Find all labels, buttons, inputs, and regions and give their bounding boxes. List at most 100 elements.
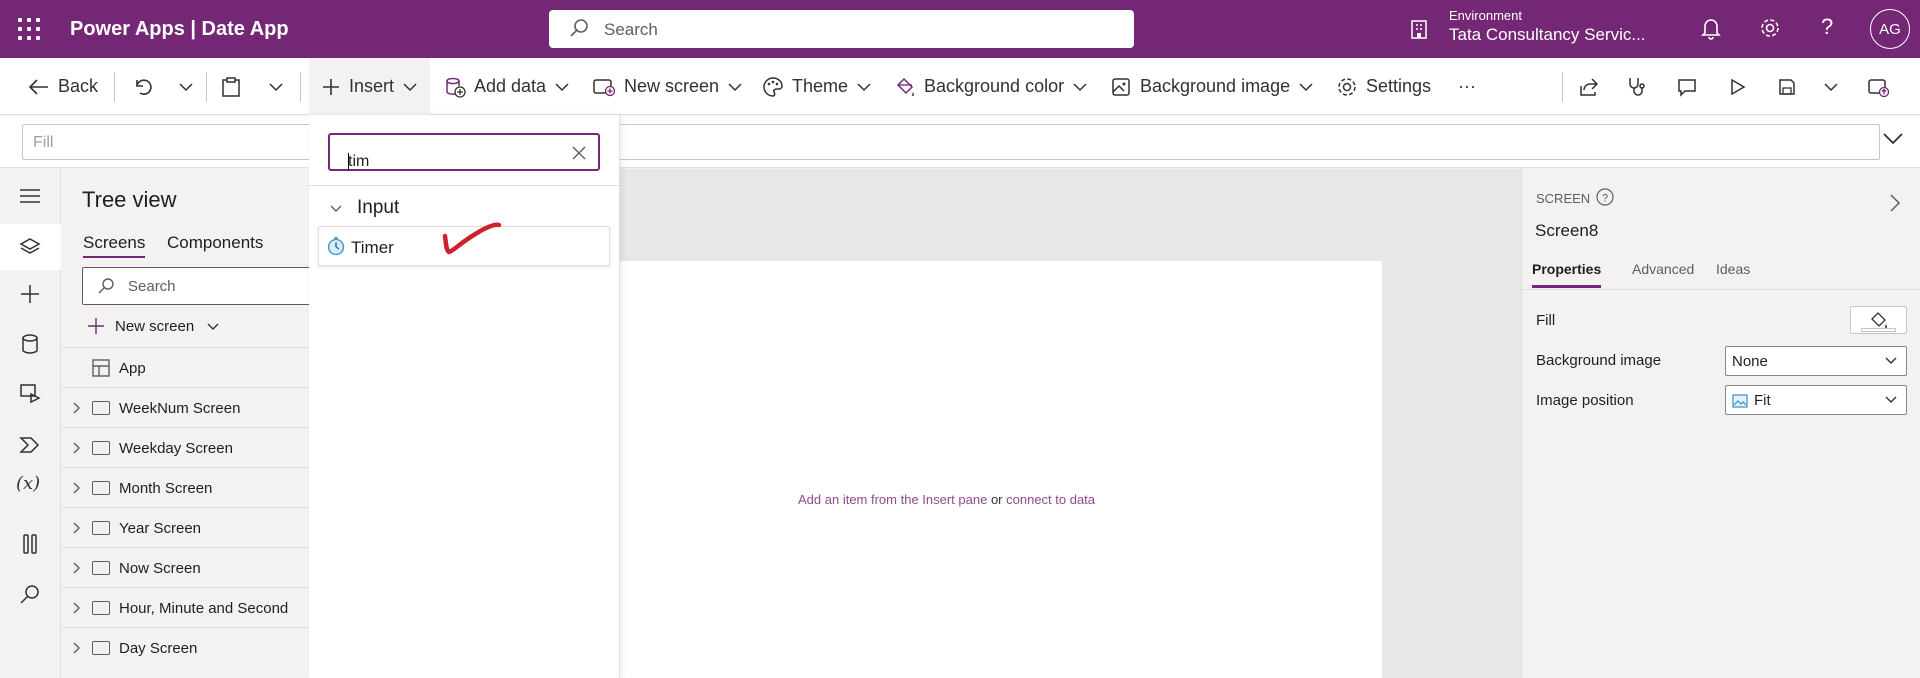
tree-item-screen[interactable]: Hour, Minute and Second — [62, 587, 309, 627]
comment-icon — [1678, 78, 1696, 97]
variables-icon[interactable]: (x) — [16, 473, 40, 494]
chevron-right-icon[interactable] — [1889, 193, 1901, 213]
background-color-button[interactable]: Background color — [894, 58, 1088, 115]
tools-icon[interactable] — [19, 533, 41, 555]
image-position-value: Fit — [1754, 392, 1771, 409]
screen-canvas[interactable]: Add an item from the Insert pane or conn… — [620, 261, 1382, 678]
image-position-dropdown[interactable]: Fit — [1725, 385, 1907, 415]
save-button[interactable] — [1777, 58, 1805, 115]
power-automate-icon[interactable] — [19, 433, 41, 455]
chevron-right-icon — [73, 562, 80, 574]
preview-button[interactable] — [1727, 58, 1755, 115]
tab-properties[interactable]: Properties — [1532, 261, 1602, 288]
stethoscope-icon — [1629, 77, 1645, 96]
save-dropdown[interactable] — [1823, 58, 1847, 115]
tree-search-input[interactable]: Search — [82, 267, 322, 305]
environment-icon[interactable] — [1408, 18, 1430, 40]
tree-item-label: Now Screen — [119, 560, 201, 577]
chevron-right-icon — [73, 642, 80, 654]
share-button[interactable] — [1578, 58, 1608, 115]
input-group-header[interactable]: Input — [329, 197, 399, 219]
tree-item-label: App — [119, 360, 146, 377]
background-image-value: None — [1732, 353, 1768, 370]
global-search-input[interactable]: Search — [549, 10, 1134, 48]
fill-color-picker[interactable] — [1850, 306, 1907, 334]
screen-icon — [92, 601, 110, 615]
avatar[interactable]: AG — [1870, 9, 1910, 49]
screen-icon — [92, 521, 110, 535]
paste-button[interactable] — [220, 58, 250, 115]
plus-icon[interactable] — [19, 283, 41, 305]
image-icon — [1112, 77, 1130, 96]
property-selector[interactable]: Fill — [22, 124, 1880, 160]
environment-name[interactable]: Tata Consultancy Servic... — [1449, 25, 1646, 45]
bell-icon[interactable] — [1700, 16, 1722, 40]
tree-item-label: Weekday Screen — [119, 440, 233, 457]
add-data-label: Add data — [474, 76, 547, 96]
paste-dropdown[interactable] — [268, 58, 292, 115]
background-color-label: Background color — [924, 76, 1065, 96]
new-screen-button[interactable]: New screen — [592, 58, 743, 115]
background-image-button[interactable]: Background image — [1110, 58, 1314, 115]
chevron-right-icon — [73, 482, 80, 494]
chevron-down-icon — [269, 82, 283, 91]
hamburger-icon[interactable] — [19, 187, 41, 205]
background-image-dropdown[interactable]: None — [1725, 346, 1907, 376]
chevron-down-icon — [1824, 82, 1838, 91]
plus-icon — [88, 318, 104, 334]
database-icon[interactable] — [19, 333, 41, 355]
comments-button[interactable] — [1676, 58, 1706, 115]
tab-components[interactable]: Components — [167, 233, 263, 253]
palette-icon — [763, 76, 783, 97]
more-button[interactable]: ··· — [1458, 58, 1476, 115]
tree-new-screen-button[interactable]: New screen — [87, 317, 220, 335]
search-icon[interactable] — [19, 583, 41, 605]
search-icon — [98, 278, 114, 294]
expand-formula-icon[interactable] — [1882, 132, 1904, 146]
settings-button[interactable]: Settings — [1336, 58, 1431, 115]
insert-button[interactable]: Insert — [309, 58, 431, 115]
clear-search-icon[interactable] — [570, 144, 588, 162]
add-data-button[interactable]: Add data — [444, 58, 570, 115]
rail-item-tree-view[interactable] — [0, 224, 61, 270]
gear-icon[interactable] — [1758, 16, 1782, 40]
screen-icon — [92, 401, 110, 415]
tree-item-screen[interactable]: Day Screen — [62, 627, 309, 667]
undo-button[interactable] — [132, 58, 162, 115]
chevron-down-icon — [330, 205, 342, 212]
app-launcher-icon[interactable] — [18, 18, 40, 40]
back-label: Back — [58, 76, 99, 96]
connect-to-data-link[interactable]: connect to data — [1006, 492, 1095, 507]
top-bar: Power Apps | Date App Search Environment… — [0, 0, 1920, 58]
app-checker-button[interactable] — [1626, 58, 1656, 115]
theme-label: Theme — [792, 76, 849, 96]
theme-button[interactable]: Theme — [762, 58, 872, 115]
back-button[interactable]: Back — [28, 58, 98, 115]
help-icon[interactable]: ? — [1821, 14, 1833, 40]
tree-item-app[interactable]: App — [62, 347, 309, 387]
checkmark-annotation — [442, 222, 502, 255]
timer-label: Timer — [351, 238, 394, 257]
left-rail: (x) — [0, 169, 61, 678]
undo-icon — [136, 78, 152, 95]
undo-dropdown[interactable] — [178, 58, 202, 115]
properties-panel: SCREEN ? Screen8 Properties Advanced Ide… — [1521, 169, 1920, 678]
chevron-right-icon — [73, 442, 80, 454]
tab-advanced[interactable]: Advanced — [1632, 261, 1694, 277]
tree-item-screen[interactable]: Now Screen — [62, 547, 309, 587]
chevron-right-icon — [73, 522, 80, 534]
insert-search-input[interactable]: tim — [328, 133, 600, 171]
tree-item-screen[interactable]: Month Screen — [62, 467, 309, 507]
tree-item-screen[interactable]: Weekday Screen — [62, 427, 309, 467]
insert-pane-link[interactable]: Add an item from the Insert pane — [798, 492, 987, 507]
media-icon[interactable] — [19, 382, 41, 404]
tab-screens[interactable]: Screens — [83, 233, 146, 258]
help-circle-icon[interactable]: ? — [1595, 187, 1615, 207]
tab-ideas[interactable]: Ideas — [1716, 261, 1750, 277]
tree-item-screen[interactable]: Year Screen — [62, 507, 309, 547]
publish-button[interactable] — [1867, 58, 1897, 115]
tree-item-screen[interactable]: WeekNum Screen — [62, 387, 309, 427]
screen-icon — [92, 441, 110, 455]
insert-search-value: tim — [348, 153, 370, 170]
arrow-left-icon — [28, 78, 48, 95]
